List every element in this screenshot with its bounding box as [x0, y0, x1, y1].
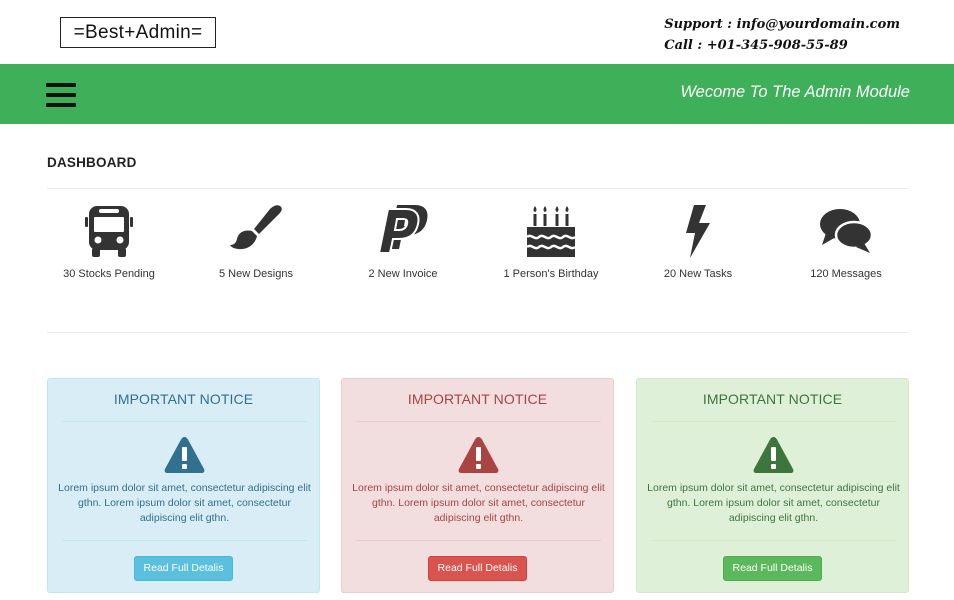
divider — [62, 421, 307, 422]
bus-icon — [85, 203, 133, 259]
notice-title: IMPORTANT NOTICE — [637, 391, 908, 407]
read-full-details-button[interactable]: Read Full Detalis — [134, 556, 233, 581]
stat-stocks-pending[interactable]: 30 Stocks Pending — [34, 203, 184, 280]
divider — [62, 540, 307, 541]
stat-label: 2 New Invoice — [328, 268, 478, 280]
paint-brush-icon — [228, 203, 284, 259]
divider — [356, 540, 601, 541]
top-header: =Best+Admin= Support : info@yourdomain.c… — [0, 0, 954, 64]
stat-label: 120 Messages — [771, 268, 921, 280]
notice-panel-success: IMPORTANT NOTICE Lorem ipsum dolor sit a… — [636, 378, 909, 593]
notice-panel-info: IMPORTANT NOTICE Lorem ipsum dolor sit a… — [47, 378, 320, 593]
notice-text: Lorem ipsum dolor sit amet, consectetur … — [58, 481, 311, 526]
notice-title: IMPORTANT NOTICE — [342, 391, 613, 407]
page-title: DASHBOARD — [47, 155, 137, 170]
stat-label: 5 New Designs — [181, 268, 331, 280]
stat-birthday[interactable]: 1 Person's Birthday — [476, 203, 626, 280]
divider — [47, 188, 908, 189]
stat-label: 1 Person's Birthday — [476, 268, 626, 280]
warning-icon — [163, 435, 206, 475]
divider — [356, 421, 601, 422]
call-number: Call : +01-345-908-55-89 — [664, 35, 900, 56]
logo[interactable]: =Best+Admin= — [60, 17, 216, 48]
birthday-cake-icon — [523, 203, 579, 259]
stat-new-designs[interactable]: 5 New Designs — [181, 203, 331, 280]
notice-title: IMPORTANT NOTICE — [48, 391, 319, 407]
read-full-details-button[interactable]: Read Full Detalis — [723, 556, 822, 581]
support-email: Support : info@yourdomain.com — [664, 14, 900, 35]
stat-new-invoice[interactable]: 2 New Invoice — [328, 203, 478, 280]
welcome-message: Wecome To The Admin Module — [680, 64, 910, 120]
hamburger-menu-icon[interactable] — [46, 83, 76, 107]
divider — [47, 332, 908, 333]
read-full-details-button[interactable]: Read Full Detalis — [428, 556, 527, 581]
notice-text: Lorem ipsum dolor sit amet, consectetur … — [647, 481, 900, 526]
notice-panel-danger: IMPORTANT NOTICE Lorem ipsum dolor sit a… — [341, 378, 614, 593]
stat-label: 30 Stocks Pending — [34, 268, 184, 280]
contact-info: Support : info@yourdomain.com Call : +01… — [664, 14, 900, 56]
bolt-icon — [682, 203, 714, 259]
stat-messages[interactable]: 120 Messages — [771, 203, 921, 280]
stat-new-tasks[interactable]: 20 New Tasks — [623, 203, 773, 280]
notice-text: Lorem ipsum dolor sit amet, consectetur … — [352, 481, 605, 526]
stat-label: 20 New Tasks — [623, 268, 773, 280]
warning-icon — [457, 435, 500, 475]
divider — [651, 540, 896, 541]
warning-icon — [752, 435, 795, 475]
divider — [651, 421, 896, 422]
comments-icon — [818, 203, 874, 259]
paypal-icon — [377, 203, 429, 259]
